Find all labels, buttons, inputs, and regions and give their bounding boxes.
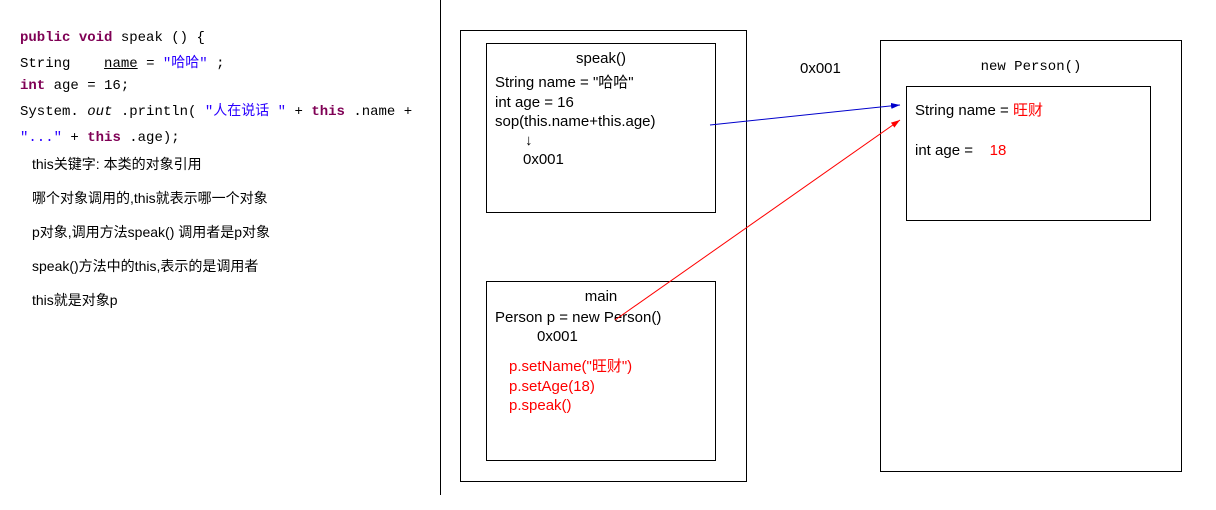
person-age: int age = 18	[915, 142, 1142, 159]
kw-void: void	[79, 30, 113, 46]
comment-2: 哪个对象调用的,this就表示哪一个对象	[32, 188, 420, 208]
main-addr: 0x001	[537, 328, 707, 345]
speak-line2: int age = 16	[495, 94, 707, 111]
main-red1: p.setName("旺财")	[509, 355, 707, 376]
vertical-divider	[440, 0, 441, 495]
down-arrow-icon: ↓	[495, 132, 707, 149]
person-name: String name = 旺财	[915, 99, 1142, 120]
main-title: main	[495, 288, 707, 305]
heap-frame: new Person() String name = 旺财 int age = …	[880, 40, 1182, 472]
code-line-int: int age = 16;	[20, 78, 420, 94]
main-red2: p.setAge(18)	[509, 378, 707, 395]
main-line1: Person p = new Person()	[495, 309, 707, 326]
main-red3: p.speak()	[509, 397, 707, 414]
main-frame: main Person p = new Person() 0x001 p.set…	[486, 281, 716, 461]
code-signature: public void speak () {	[20, 30, 420, 46]
speak-line3: sop(this.name+this.age)	[495, 113, 707, 130]
method-parens: () {	[171, 30, 205, 46]
code-line-string: String name = "哈哈" ;	[20, 52, 420, 72]
code-line-println2: "..." + this .age);	[20, 130, 420, 146]
comment-5: this就是对象p	[32, 290, 420, 310]
comment-1: this关键字: 本类的对象引用	[32, 154, 420, 174]
method-name: speak	[121, 30, 163, 46]
stack-frame: speak() String name = "哈哈" int age = 16 …	[460, 30, 747, 482]
heap-title: new Person()	[881, 59, 1181, 75]
heap-address: 0x001	[800, 60, 841, 77]
comment-3: p对象,调用方法speak() 调用者是p对象	[32, 222, 420, 242]
code-panel: public void speak () { String name = "哈哈…	[20, 30, 420, 324]
speak-line1: String name = "哈哈"	[495, 71, 707, 92]
speak-addr: 0x001	[523, 151, 707, 168]
comment-4: speak()方法中的this,表示的是调用者	[32, 256, 420, 276]
kw-public: public	[20, 30, 70, 46]
person-object: String name = 旺财 int age = 18	[906, 86, 1151, 221]
speak-title: speak()	[495, 50, 707, 67]
code-line-println: System. out .println( "人在说话 " + this .na…	[20, 100, 420, 120]
speak-frame: speak() String name = "哈哈" int age = 16 …	[486, 43, 716, 213]
